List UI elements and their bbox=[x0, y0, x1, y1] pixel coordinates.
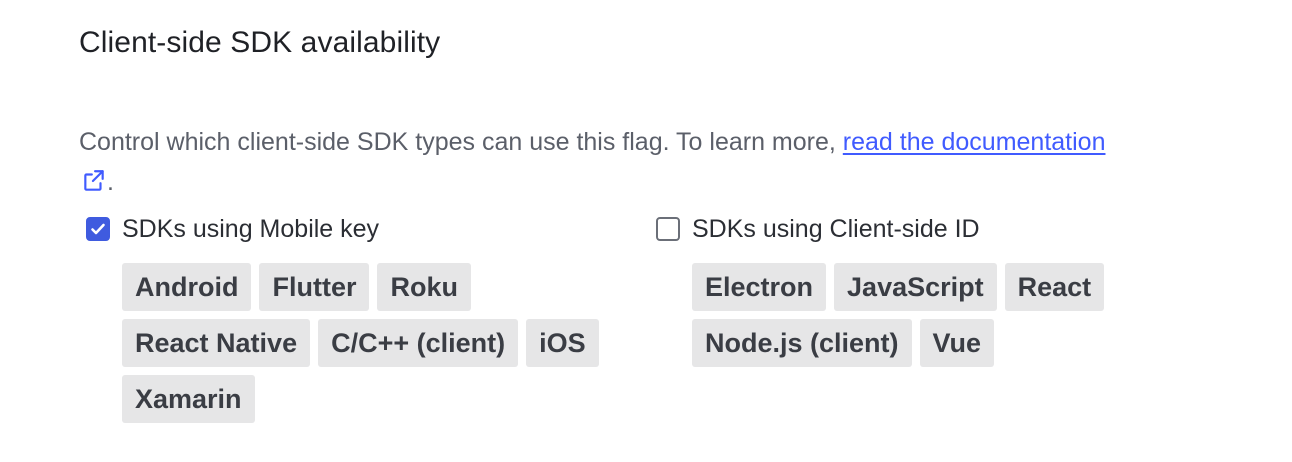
sdk-chip-ios: iOS bbox=[526, 319, 599, 367]
mobile-key-checkbox[interactable] bbox=[86, 217, 110, 241]
sdk-chip-flutter: Flutter bbox=[259, 263, 370, 311]
sdk-chip-react-native: React Native bbox=[122, 319, 311, 367]
sdk-chip-c-cpp-client: C/C++ (client) bbox=[318, 319, 519, 367]
client-side-id-label: SDKs using Client-side ID bbox=[692, 214, 980, 243]
external-link-icon[interactable] bbox=[81, 166, 107, 192]
sdk-chip-roku: Roku bbox=[377, 263, 471, 311]
client-sdk-list: Electron JavaScript React Node.js (clien… bbox=[692, 263, 1132, 367]
sdk-chip-vue: Vue bbox=[919, 319, 995, 367]
client-side-id-checkbox[interactable] bbox=[656, 217, 680, 241]
description-period: . bbox=[107, 168, 114, 196]
sdk-availability-panel: Client-side SDK availability Control whi… bbox=[79, 0, 1259, 462]
client-side-id-group: SDKs using Client-side ID Electron JavaS… bbox=[656, 212, 1105, 367]
mobile-sdk-list: Android Flutter Roku React Native C/C++ … bbox=[122, 263, 632, 423]
documentation-link[interactable]: read the documentation bbox=[843, 128, 1106, 156]
sdk-chip-xamarin: Xamarin bbox=[122, 375, 255, 423]
mobile-key-label: SDKs using Mobile key bbox=[122, 214, 380, 243]
sdk-chip-react: React bbox=[1004, 263, 1105, 311]
section-description: Control which client-side SDK types can … bbox=[79, 122, 1239, 202]
checkmark-icon bbox=[91, 223, 105, 235]
sdk-chip-android: Android bbox=[122, 263, 252, 311]
mobile-key-option[interactable]: SDKs using Mobile key bbox=[86, 212, 379, 246]
sdk-chip-nodejs-client: Node.js (client) bbox=[692, 319, 912, 367]
client-side-id-option[interactable]: SDKs using Client-side ID bbox=[656, 212, 980, 246]
section-title: Client-side SDK availability bbox=[79, 26, 441, 59]
sdk-chip-javascript: JavaScript bbox=[834, 263, 997, 311]
sdk-chip-electron: Electron bbox=[692, 263, 827, 311]
description-text: Control which client-side SDK types can … bbox=[79, 128, 843, 156]
mobile-key-group: SDKs using Mobile key Android Flutter Ro… bbox=[86, 212, 599, 423]
